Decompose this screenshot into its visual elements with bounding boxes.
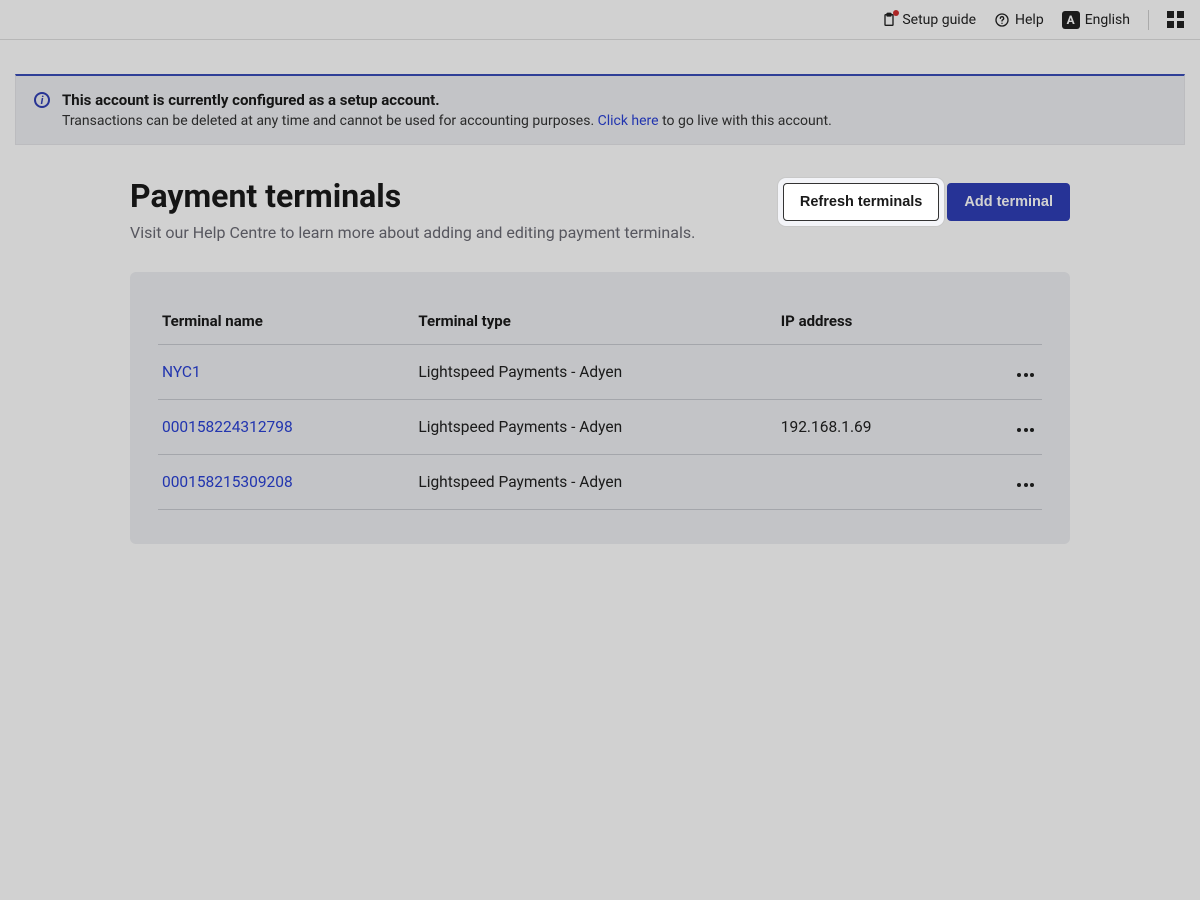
- alert-body-prefix: Transactions can be deleted at any time …: [62, 113, 598, 129]
- table-row: 000158215309208 Lightspeed Payments - Ad…: [158, 455, 1042, 510]
- row-actions-menu[interactable]: [1013, 369, 1038, 381]
- content-wrap: i This account is currently configured a…: [0, 74, 1200, 584]
- page-title: Payment terminals: [130, 177, 695, 215]
- alert-text: This account is currently configured as …: [62, 91, 832, 129]
- help-link[interactable]: Help: [994, 12, 1044, 28]
- setup-guide-link[interactable]: Setup guide: [881, 12, 976, 28]
- terminal-type-cell: Lightspeed Payments - Adyen: [414, 400, 776, 455]
- th-terminal-name: Terminal name: [158, 302, 414, 345]
- page-subtitle: Visit our Help Centre to learn more abou…: [130, 223, 695, 242]
- row-actions-menu[interactable]: [1013, 424, 1038, 436]
- alert-subtext: Transactions can be deleted at any time …: [62, 113, 832, 129]
- terminal-ip-cell: 192.168.1.69: [777, 400, 971, 455]
- terminal-ip-cell: [777, 455, 971, 510]
- help-label: Help: [1015, 12, 1044, 28]
- language-switcher[interactable]: A English: [1062, 11, 1130, 29]
- terminal-name-link[interactable]: 000158215309208: [162, 473, 293, 491]
- notification-dot-icon: [893, 10, 899, 16]
- help-icon: [994, 12, 1010, 28]
- refresh-terminals-button[interactable]: Refresh terminals: [783, 183, 940, 221]
- terminals-card: Terminal name Terminal type IP address N…: [130, 272, 1070, 544]
- clipboard-icon: [881, 12, 897, 28]
- setup-account-alert: i This account is currently configured a…: [15, 74, 1185, 145]
- alert-body-suffix: to go live with this account.: [659, 113, 832, 129]
- divider: [1148, 10, 1149, 30]
- language-label: English: [1085, 12, 1130, 28]
- terminal-type-cell: Lightspeed Payments - Adyen: [414, 345, 776, 400]
- th-actions: [971, 302, 1042, 345]
- row-actions-menu[interactable]: [1013, 479, 1038, 491]
- focus-highlight: Refresh terminals: [778, 178, 945, 226]
- top-bar: Setup guide Help A English: [0, 0, 1200, 40]
- alert-title: This account is currently configured as …: [62, 91, 832, 109]
- th-terminal-type: Terminal type: [414, 302, 776, 345]
- page-main: Payment terminals Visit our Help Centre …: [130, 177, 1070, 584]
- page-head-text: Payment terminals Visit our Help Centre …: [130, 177, 695, 242]
- terminal-name-link[interactable]: NYC1: [162, 363, 201, 381]
- apps-icon[interactable]: [1167, 11, 1184, 28]
- add-terminal-button[interactable]: Add terminal: [947, 183, 1070, 221]
- setup-guide-label: Setup guide: [902, 12, 976, 28]
- language-icon: A: [1062, 11, 1080, 29]
- terminal-ip-cell: [777, 345, 971, 400]
- table-row: 000158224312798 Lightspeed Payments - Ad…: [158, 400, 1042, 455]
- table-header-row: Terminal name Terminal type IP address: [158, 302, 1042, 345]
- alert-go-live-link[interactable]: Click here: [598, 113, 659, 129]
- terminals-table: Terminal name Terminal type IP address N…: [158, 302, 1042, 510]
- th-ip-address: IP address: [777, 302, 971, 345]
- table-row: NYC1 Lightspeed Payments - Adyen: [158, 345, 1042, 400]
- info-icon: i: [34, 92, 50, 108]
- terminal-name-link[interactable]: 000158224312798: [162, 418, 293, 436]
- terminal-type-cell: Lightspeed Payments - Adyen: [414, 455, 776, 510]
